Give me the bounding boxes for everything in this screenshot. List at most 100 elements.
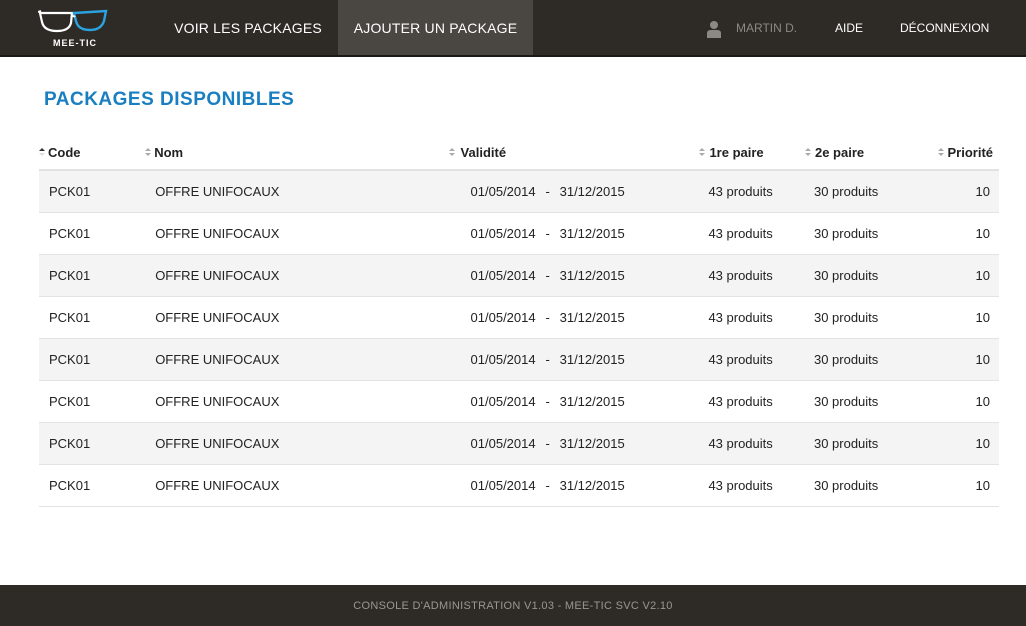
- sort-icon: [804, 147, 812, 158]
- validity-to: 31/12/2015: [559, 226, 625, 241]
- sort-icon: [699, 147, 706, 158]
- table-row[interactable]: PCK01 OFFRE UNIFOCAUX 01/05/2014-31/12/2…: [39, 296, 999, 339]
- validity-separator: -: [545, 268, 550, 283]
- validity-to: 31/12/2015: [559, 394, 625, 409]
- cell-1re-paire: 43 produits: [698, 254, 804, 297]
- cell-validite: 01/05/2014-31/12/2015: [460, 422, 699, 465]
- validity-separator: -: [545, 478, 550, 493]
- validity-from: 01/05/2014: [470, 268, 536, 283]
- validity-separator: -: [545, 310, 550, 325]
- cell-validite: 01/05/2014-31/12/2015: [460, 254, 699, 297]
- cell-priorite: 10: [929, 380, 999, 423]
- validity-to: 31/12/2015: [559, 310, 625, 325]
- column-label: Code: [48, 144, 81, 160]
- cell-1re-paire: 43 produits: [698, 380, 804, 423]
- validity-separator: -: [545, 226, 550, 241]
- cell-code: PCK01: [39, 422, 146, 465]
- table-row[interactable]: PCK01 OFFRE UNIFOCAUX 01/05/2014-31/12/2…: [39, 422, 999, 465]
- table-row[interactable]: PCK01 OFFRE UNIFOCAUX 01/05/2014-31/12/2…: [39, 212, 999, 255]
- glasses-logo-icon: [38, 9, 108, 33]
- cell-1re-paire: 43 produits: [698, 212, 804, 255]
- cell-2e-paire: 30 produits: [803, 296, 930, 339]
- cell-nom: OFFRE UNIFOCAUX: [145, 170, 461, 213]
- sort-icon: [145, 147, 152, 158]
- validity-separator: -: [545, 352, 550, 367]
- column-header-2e-paire[interactable]: 2e paire: [803, 135, 930, 171]
- sort-icon: [938, 147, 945, 158]
- cell-nom: OFFRE UNIFOCAUX: [145, 380, 461, 423]
- sort-icon: [39, 147, 46, 158]
- column-label: 1re paire: [709, 144, 764, 160]
- table-row[interactable]: PCK01 OFFRE UNIFOCAUX 01/05/2014-31/12/2…: [39, 380, 999, 423]
- cell-code: PCK01: [39, 170, 146, 213]
- validity-to: 31/12/2015: [559, 478, 625, 493]
- cell-2e-paire: 30 produits: [803, 254, 930, 297]
- nav-voir-packages[interactable]: VOIR LES PACKAGES: [163, 0, 333, 55]
- cell-nom: OFFRE UNIFOCAUX: [145, 296, 461, 339]
- cell-priorite: 10: [929, 338, 999, 381]
- logout-link[interactable]: DÉCONNEXION: [900, 0, 989, 55]
- table-row[interactable]: PCK01 OFFRE UNIFOCAUX 01/05/2014-31/12/2…: [39, 170, 999, 213]
- cell-validite: 01/05/2014-31/12/2015: [460, 380, 699, 423]
- cell-code: PCK01: [39, 338, 146, 381]
- cell-priorite: 10: [929, 422, 999, 465]
- validity-separator: -: [545, 394, 550, 409]
- column-header-nom[interactable]: Nom: [145, 135, 461, 171]
- cell-validite: 01/05/2014-31/12/2015: [460, 212, 699, 255]
- footer: CONSOLE D'ADMINISTRATION V1.03 - MEE-TIC…: [0, 585, 1026, 626]
- cell-1re-paire: 43 produits: [698, 170, 804, 213]
- cell-validite: 01/05/2014-31/12/2015: [460, 296, 699, 339]
- packages-table: Code Nom Validité 1re paire 2e paire Pri…: [39, 135, 999, 507]
- cell-1re-paire: 43 produits: [698, 338, 804, 381]
- validity-from: 01/05/2014: [470, 226, 536, 241]
- validity-to: 31/12/2015: [559, 352, 625, 367]
- table-row[interactable]: PCK01 OFFRE UNIFOCAUX 01/05/2014-31/12/2…: [39, 254, 999, 297]
- cell-code: PCK01: [39, 212, 146, 255]
- column-label: Priorité: [947, 144, 993, 160]
- app-logo[interactable]: MEE-TIC: [38, 9, 108, 49]
- cell-2e-paire: 30 produits: [803, 170, 930, 213]
- cell-nom: OFFRE UNIFOCAUX: [145, 254, 461, 297]
- cell-priorite: 10: [929, 464, 999, 507]
- cell-validite: 01/05/2014-31/12/2015: [460, 464, 699, 507]
- table-header: Code Nom Validité 1re paire 2e paire Pri…: [39, 135, 999, 171]
- cell-code: PCK01: [39, 464, 146, 507]
- validity-from: 01/05/2014: [470, 184, 536, 199]
- cell-1re-paire: 43 produits: [698, 422, 804, 465]
- cell-code: PCK01: [39, 296, 146, 339]
- column-header-validite[interactable]: Validité: [448, 135, 699, 171]
- cell-priorite: 10: [929, 212, 999, 255]
- column-label: Nom: [154, 144, 184, 160]
- table-row[interactable]: PCK01 OFFRE UNIFOCAUX 01/05/2014-31/12/2…: [39, 338, 999, 381]
- validity-separator: -: [545, 436, 550, 451]
- validity-from: 01/05/2014: [470, 394, 536, 409]
- header-row: Code Nom Validité 1re paire 2e paire Pri…: [39, 135, 999, 171]
- column-label: 2e paire: [814, 144, 865, 160]
- table-row[interactable]: PCK01 OFFRE UNIFOCAUX 01/05/2014-31/12/2…: [39, 464, 999, 507]
- table-body: PCK01 OFFRE UNIFOCAUX 01/05/2014-31/12/2…: [39, 170, 999, 507]
- cell-nom: OFFRE UNIFOCAUX: [145, 464, 461, 507]
- cell-priorite: 10: [929, 296, 999, 339]
- cell-code: PCK01: [39, 380, 146, 423]
- validity-from: 01/05/2014: [470, 478, 536, 493]
- cell-nom: OFFRE UNIFOCAUX: [145, 422, 461, 465]
- cell-2e-paire: 30 produits: [803, 212, 930, 255]
- help-link[interactable]: AIDE: [835, 0, 863, 55]
- nav-ajouter-package[interactable]: AJOUTER UN PACKAGE: [338, 0, 533, 55]
- validity-from: 01/05/2014: [470, 436, 536, 451]
- column-header-code[interactable]: Code: [39, 135, 146, 171]
- cell-2e-paire: 30 produits: [803, 422, 930, 465]
- sort-icon: [448, 147, 456, 158]
- validity-to: 31/12/2015: [559, 268, 625, 283]
- validity-from: 01/05/2014: [470, 310, 536, 325]
- page: MEE-TIC VOIR LES PACKAGES AJOUTER UN PAC…: [0, 0, 1026, 626]
- footer-text: CONSOLE D'ADMINISTRATION V1.03 - MEE-TIC…: [353, 600, 673, 612]
- validity-to: 31/12/2015: [559, 436, 625, 451]
- validity-separator: -: [545, 184, 550, 199]
- column-label: Validité: [460, 144, 507, 160]
- cell-priorite: 10: [929, 170, 999, 213]
- cell-2e-paire: 30 produits: [803, 380, 930, 423]
- cell-1re-paire: 43 produits: [698, 464, 804, 507]
- column-header-1re-paire[interactable]: 1re paire: [698, 135, 804, 171]
- column-header-priorite[interactable]: Priorité: [929, 135, 999, 171]
